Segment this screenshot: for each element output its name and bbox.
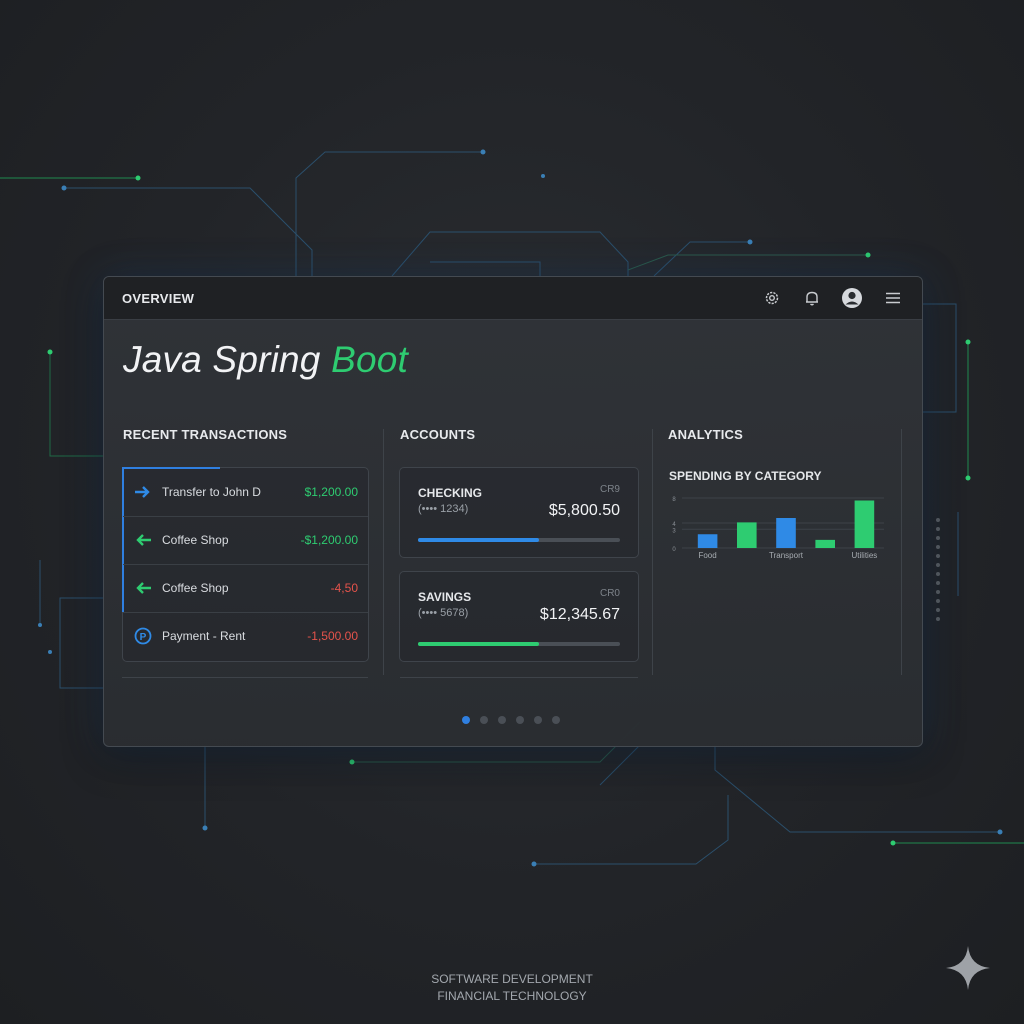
pagination-dot[interactable] <box>552 716 560 724</box>
spending-chart-title: SPENDING BY CATEGORY <box>669 469 822 483</box>
pagination-dot[interactable] <box>498 716 506 724</box>
pagination-dot[interactable] <box>516 716 524 724</box>
transaction-label: Coffee Shop <box>162 581 229 595</box>
footer-line-2: FINANCIAL TECHNOLOGY <box>437 989 587 1003</box>
column-divider <box>901 429 902 675</box>
progress-fill <box>418 538 540 542</box>
bell-icon[interactable] <box>801 287 823 309</box>
account-name: SAVINGS <box>418 590 472 604</box>
chart-bar <box>697 534 718 548</box>
chart-bar <box>815 539 835 548</box>
transactions-list: Transfer to John D $1,200.00 Coffee Shop… <box>122 467 369 662</box>
svg-text:P: P <box>140 632 147 643</box>
y-tick-label: 4 <box>672 522 676 528</box>
transaction-amount: -4,50 <box>330 581 358 595</box>
account-code: CR9 <box>599 484 620 495</box>
y-tick-label: 3 <box>672 528 676 534</box>
account-progress-bar <box>418 538 620 542</box>
chart-bar <box>737 522 757 548</box>
user-avatar-icon[interactable] <box>841 287 863 309</box>
account-card-checking[interactable]: CHECKING (•••• 1234) CR9 $5,800.50 <box>399 467 639 558</box>
arrow-left-icon <box>136 582 151 594</box>
transaction-row[interactable]: P Payment - Rent -1,500.00 <box>123 612 368 660</box>
transaction-row[interactable]: Coffee Shop -$1,200.00 <box>123 516 368 565</box>
transaction-label: Transfer to John D <box>162 485 261 499</box>
hero-title-part1: Java Spring <box>123 339 332 380</box>
title-bar: OVERVIEW <box>104 277 922 320</box>
analytics-heading: ANALYTICS <box>668 427 743 442</box>
column-footer-line <box>122 677 368 678</box>
spending-bar-chart: 0 34 8 Food Transport Utilities <box>672 497 884 560</box>
account-balance: $12,345.67 <box>539 606 620 623</box>
transaction-amount: $1,200.00 <box>304 485 358 499</box>
transaction-row[interactable]: Transfer to John D $1,200.00 <box>123 468 368 517</box>
transaction-amount: -$1,200.00 <box>300 533 358 547</box>
scroll-indicator <box>936 518 940 621</box>
account-number: (•••• 1234) <box>418 503 469 515</box>
account-number: (•••• 5678) <box>418 607 469 619</box>
account-balance: $5,800.50 <box>548 502 620 519</box>
menu-icon[interactable] <box>882 287 904 309</box>
sparkle-icon <box>946 946 990 990</box>
account-name: CHECKING <box>418 486 483 500</box>
account-card-savings[interactable]: SAVINGS (•••• 5678) CR0 $12,345.67 <box>399 571 639 662</box>
gear-icon[interactable] <box>761 287 783 309</box>
parking-icon: P <box>134 627 152 645</box>
hero-title-accent: Boot <box>331 339 408 380</box>
dashboard-window: OVERVIEW Java Spring Boot RECENT TRANSAC… <box>103 276 923 747</box>
chart-bar <box>776 518 796 548</box>
chart-bar <box>854 500 875 548</box>
pagination-dot[interactable] <box>462 716 470 724</box>
transaction-label: Payment - Rent <box>162 629 246 643</box>
hero-title: Java Spring Boot <box>123 339 408 381</box>
window-title: OVERVIEW <box>122 291 195 306</box>
account-progress-bar <box>418 642 620 646</box>
footer: SOFTWARE DEVELOPMENT FINANCIAL TECHNOLOG… <box>0 971 1024 1005</box>
y-tick-label: 0 <box>672 547 676 553</box>
account-code: CR0 <box>599 588 620 599</box>
x-tick-label: Food <box>698 551 716 560</box>
transactions-heading: RECENT TRANSACTIONS <box>123 427 288 442</box>
progress-fill <box>418 642 540 646</box>
pagination-dot[interactable] <box>534 716 542 724</box>
x-tick-label: Utilities <box>852 551 878 560</box>
column-divider <box>652 429 653 675</box>
x-tick-label: Transport <box>769 551 804 560</box>
column-divider <box>383 429 384 675</box>
y-tick-label: 8 <box>672 497 676 503</box>
transaction-label: Coffee Shop <box>162 533 229 547</box>
accounts-heading: ACCOUNTS <box>400 427 476 442</box>
arrow-right-icon <box>135 486 150 498</box>
transaction-row[interactable]: Coffee Shop -4,50 <box>123 564 368 613</box>
column-footer-line <box>400 677 638 678</box>
arrow-left-icon <box>136 534 151 546</box>
pagination-dot[interactable] <box>480 716 488 724</box>
transaction-amount: -1,500.00 <box>307 629 358 643</box>
footer-line-1: SOFTWARE DEVELOPMENT <box>431 972 593 986</box>
pagination-dots <box>462 716 560 724</box>
